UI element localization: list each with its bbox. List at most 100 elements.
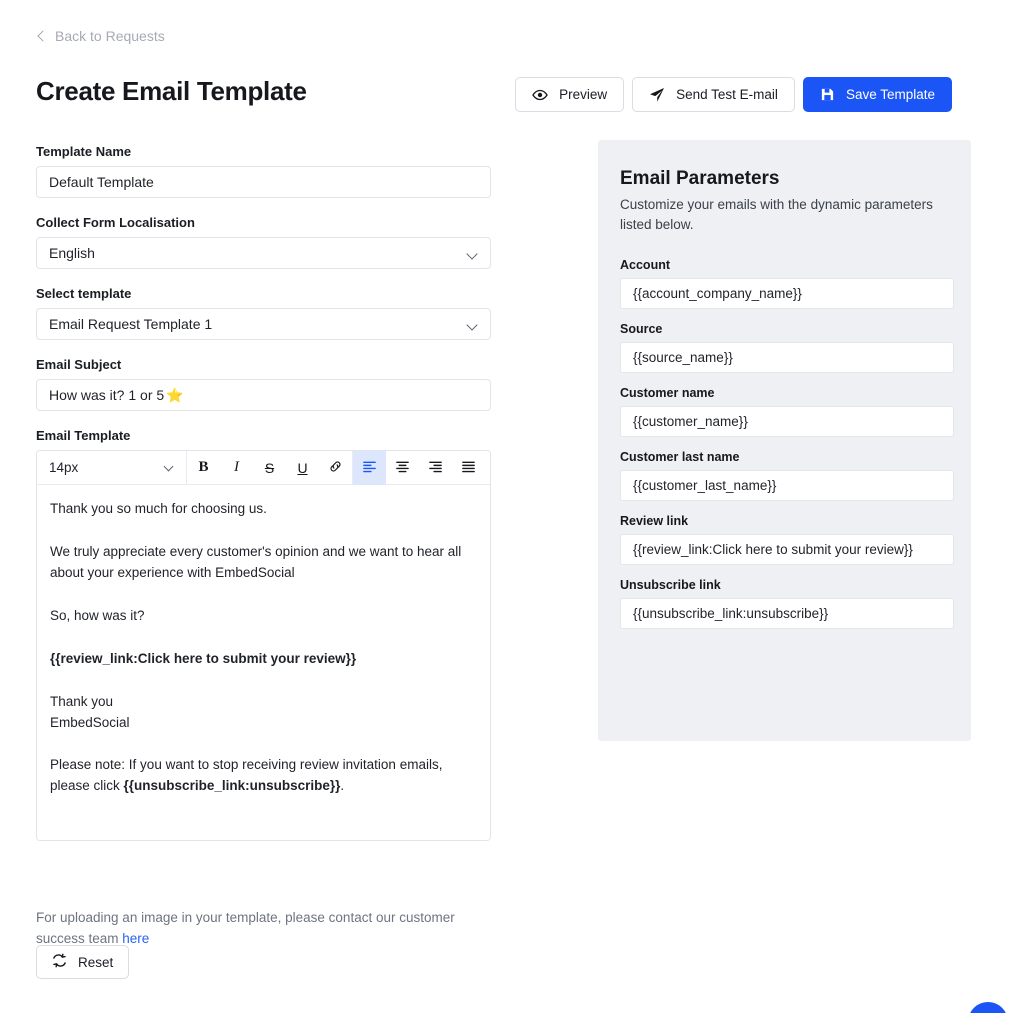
editor-paragraph-1: Thank you so much for choosing us. (50, 501, 267, 516)
text-format-group: B I S U (187, 451, 353, 484)
param-account-input[interactable]: {{account_company_name}} (620, 277, 954, 309)
align-right-button[interactable] (419, 451, 452, 485)
template-name-value: Default Template (49, 174, 154, 190)
save-template-button[interactable]: Save Template (802, 77, 952, 112)
select-template-label: Select template (36, 286, 132, 301)
bold-label: B (198, 459, 209, 475)
param-account-value: {{account_company_name}} (633, 285, 802, 301)
param-customer-last-name-value: {{customer_last_name}} (633, 477, 777, 493)
preview-button-label: Preview (559, 87, 608, 102)
email-subject-value: How was it? 1 or 5 (49, 387, 165, 403)
underline-label: U (297, 459, 308, 476)
reset-button-label: Reset (78, 954, 114, 970)
link-button[interactable] (319, 451, 352, 485)
template-name-input[interactable]: Default Template (36, 166, 491, 198)
parameters-panel-subtitle: Customize your emails with the dynamic p… (620, 197, 933, 233)
editor-content-area[interactable]: Thank you so much for choosing us. We tr… (37, 485, 490, 840)
eye-icon (532, 87, 548, 103)
chevron-down-icon (468, 250, 477, 259)
param-customer-last-name-input[interactable]: {{customer_last_name}} (620, 469, 954, 501)
chat-widget-button[interactable] (968, 1002, 1008, 1013)
editor-unsubscribe-link-token: {{unsubscribe_link:unsubscribe}} (123, 778, 341, 794)
param-customer-last-name: Customer last name {{customer_last_name}… (620, 450, 954, 501)
chevron-down-icon (165, 463, 174, 472)
editor-unsubscribe-note: Please note: If you want to stop receivi… (50, 755, 477, 797)
editor-toolbar: 14px B I S U (37, 451, 490, 485)
editor-signoff-line-1: Thank you (50, 693, 114, 709)
help-text-prefix: For uploading an image in your template,… (36, 910, 455, 946)
rich-text-editor: 14px B I S U Thank you so much for choos… (36, 450, 491, 841)
italic-label: I (234, 459, 239, 475)
email-subject-label: Email Subject (36, 357, 122, 372)
send-test-email-button[interactable]: Send Test E-mail (632, 77, 795, 112)
localisation-label: Collect Form Localisation (36, 215, 195, 230)
chevron-left-icon (36, 31, 46, 41)
template-form: Template Name Default Template Collect F… (36, 144, 491, 858)
back-to-requests-link[interactable]: Back to Requests (36, 28, 165, 44)
template-name-label: Template Name (36, 144, 132, 159)
floppy-disk-save-icon (820, 87, 835, 102)
unsubscribe-note-suffix: . (340, 778, 345, 794)
italic-button[interactable]: I (220, 451, 253, 485)
select-template-select[interactable]: Email Request Template 1 (36, 308, 491, 340)
email-template-label: Email Template (36, 428, 131, 443)
parameters-panel-title: Email Parameters (620, 168, 780, 189)
param-review-link: Review link {{review_link:Click here to … (620, 513, 954, 565)
param-source-input[interactable]: {{source_name}} (620, 341, 954, 373)
editor-signoff-line-2: EmbedSocial (50, 714, 130, 730)
align-center-icon (395, 459, 410, 477)
param-account-label: Account (620, 257, 670, 272)
underline-button[interactable]: U (286, 451, 319, 485)
email-subject-input[interactable]: How was it? 1 or 5 ⭐ (36, 379, 491, 411)
bold-button[interactable]: B (187, 451, 220, 485)
strikethrough-label: S (264, 459, 275, 476)
param-unsubscribe-link-input[interactable]: {{unsubscribe_link:unsubscribe}} (620, 597, 954, 629)
param-review-link-label: Review link (620, 513, 689, 528)
customer-success-here-link[interactable]: here (122, 931, 149, 946)
localisation-value: English (49, 245, 95, 261)
upload-image-help-text: For uploading an image in your template,… (36, 908, 456, 950)
alignment-group (353, 451, 485, 485)
font-size-value: 14px (49, 460, 79, 475)
localisation-select[interactable]: English (36, 237, 491, 269)
editor-paragraph-2: We truly appreciate every customer's opi… (50, 543, 462, 580)
field-template-name: Template Name Default Template (36, 144, 491, 198)
editor-review-link-token: {{review_link:Click here to submit your … (50, 650, 357, 666)
link-icon (328, 459, 343, 477)
strikethrough-button[interactable]: S (253, 451, 286, 485)
param-unsubscribe-link-label: Unsubscribe link (620, 577, 721, 592)
align-right-icon (428, 459, 443, 477)
refresh-icon (52, 953, 67, 971)
create-email-template-page: Back to Requests Create Email Template P… (0, 0, 1024, 1013)
field-email-template: Email Template 14px B I S U Thank you so… (36, 428, 491, 841)
select-template-value: Email Request Template 1 (49, 316, 213, 332)
preview-button[interactable]: Preview (515, 77, 625, 112)
param-customer-name-value: {{customer_name}} (633, 413, 748, 429)
font-size-select[interactable]: 14px (37, 451, 187, 484)
param-customer-name-input[interactable]: {{customer_name}} (620, 405, 954, 437)
param-source-label: Source (620, 321, 663, 336)
align-left-icon (362, 459, 377, 477)
param-review-link-value: {{review_link:Click here to submit your … (633, 541, 913, 557)
align-justify-button[interactable] (452, 451, 485, 485)
header-actions: Preview Send Test E-mail Save Template (515, 77, 952, 112)
param-account: Account {{account_company_name}} (620, 257, 954, 309)
align-left-button[interactable] (353, 451, 386, 485)
editor-paragraph-3: So, how was it? (50, 607, 145, 623)
param-customer-name-label: Customer name (620, 385, 715, 400)
field-select-template: Select template Email Request Template 1 (36, 286, 491, 340)
align-center-button[interactable] (386, 451, 419, 485)
param-review-link-input[interactable]: {{review_link:Click here to submit your … (620, 533, 954, 565)
field-email-subject: Email Subject How was it? 1 or 5 ⭐ (36, 357, 491, 411)
param-source-value: {{source_name}} (633, 349, 733, 365)
save-template-button-label: Save Template (845, 87, 935, 102)
param-unsubscribe-link: Unsubscribe link {{unsubscribe_link:unsu… (620, 577, 954, 629)
param-source: Source {{source_name}} (620, 321, 954, 373)
back-link-label: Back to Requests (55, 28, 165, 44)
field-collect-form-localisation: Collect Form Localisation English (36, 215, 491, 269)
param-customer-name: Customer name {{customer_name}} (620, 385, 954, 437)
align-justify-icon (461, 459, 476, 477)
chevron-down-icon (468, 321, 477, 330)
reset-button[interactable]: Reset (36, 945, 130, 979)
star-emoji-icon: ⭐ (166, 386, 184, 403)
